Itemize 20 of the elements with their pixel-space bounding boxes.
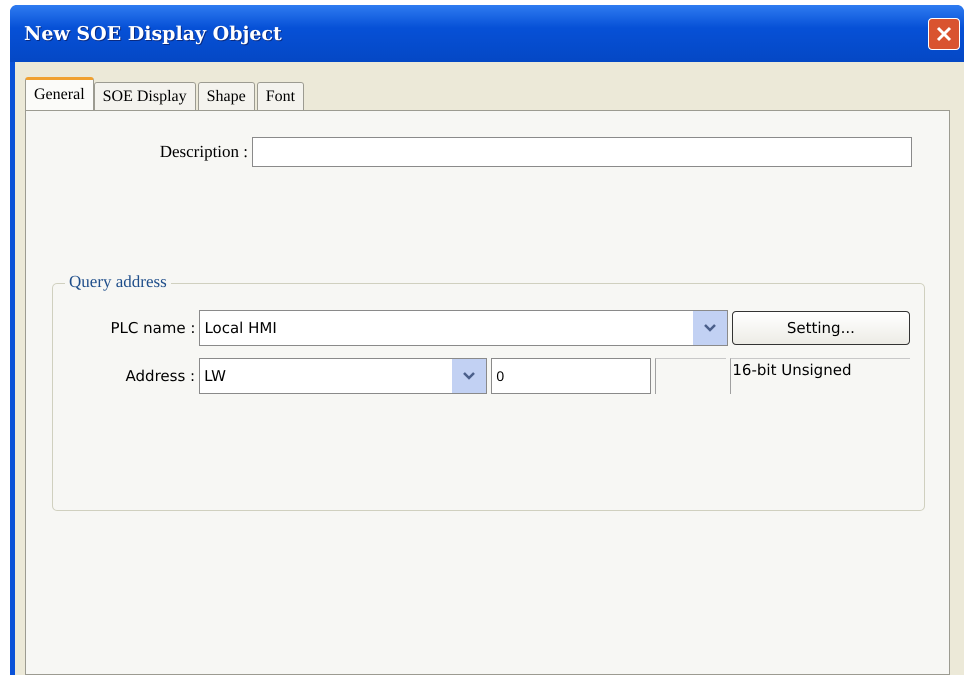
- data-format-text: 16-bit Unsigned: [730, 358, 910, 394]
- description-label: Description :: [158, 142, 248, 162]
- plc-name-label: PLC name :: [109, 319, 196, 337]
- empty-field: [655, 358, 726, 394]
- address-number-field[interactable]: 0: [491, 358, 652, 394]
- chevron-down-icon: [463, 372, 476, 380]
- device-dropdown[interactable]: LW: [199, 358, 488, 394]
- tab[interactable]: Shape: [198, 82, 255, 110]
- tab[interactable]: General: [25, 77, 94, 110]
- window-title: New SOE Display Object: [24, 22, 282, 44]
- group-legend: Query address: [65, 272, 171, 292]
- description-field[interactable]: [252, 137, 912, 167]
- tab[interactable]: Font: [256, 82, 304, 110]
- setting-button[interactable]: Setting...: [732, 311, 910, 345]
- tab[interactable]: SOE Display: [94, 82, 196, 110]
- chevron-down-icon: [704, 324, 716, 332]
- address-label: Address :: [124, 367, 196, 385]
- plc-name-dropdown[interactable]: Local HMI: [199, 310, 728, 346]
- close-icon: [935, 24, 953, 42]
- close-button[interactable]: [928, 18, 960, 50]
